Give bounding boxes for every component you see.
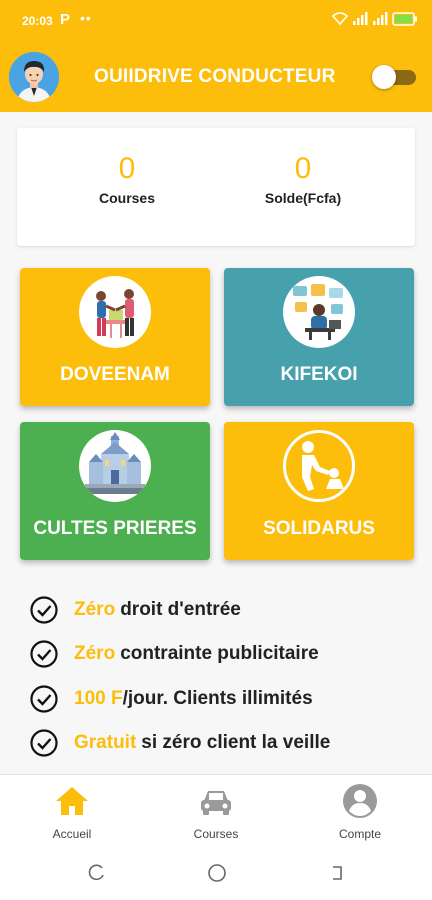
check-circle-icon	[30, 596, 58, 624]
remote-work-icon	[283, 276, 355, 348]
home-circle-icon[interactable]	[207, 863, 227, 883]
car-icon	[201, 791, 231, 815]
feature-text: contrainte publicitaire	[120, 643, 319, 665]
signal-2-icon	[373, 12, 388, 25]
feature-text: droit d'entrée	[120, 599, 241, 621]
notification-dots-icon: ••	[80, 10, 92, 26]
nav-item-courses[interactable]: Courses	[166, 781, 266, 841]
stat-courses: 0 Courses	[47, 152, 207, 206]
tile-cultes-prieres-label: CULTES PRIERES	[33, 518, 197, 539]
tile-kifekoi-label: KIFEKOI	[280, 364, 358, 385]
app-title: OUIIDRIVE CONDUCTEUR	[94, 66, 336, 87]
driver-avatar-icon	[9, 52, 59, 102]
notification-p-icon: P	[60, 11, 71, 28]
recent-apps-icon[interactable]	[88, 864, 106, 882]
back-icon[interactable]	[328, 864, 346, 882]
feature-highlight: Zéro	[74, 643, 116, 665]
feature-item: Gratuit si zéro client la veille	[30, 721, 410, 765]
feature-highlight: Zéro	[74, 599, 116, 621]
feature-item: Zéro droit d'entrée	[30, 588, 410, 632]
nav-item-compte[interactable]: Compte	[310, 781, 410, 841]
check-circle-icon	[30, 640, 58, 669]
tile-kifekoi[interactable]: KIFEKOI	[224, 268, 414, 406]
bottom-nav: Accueil Courses Compte	[0, 774, 432, 846]
check-circle-icon	[30, 729, 58, 757]
check-circle-icon	[30, 685, 58, 713]
tile-cultes-prieres[interactable]: CULTES PRIERES	[20, 422, 210, 560]
app-bar: OUIIDRIVE CONDUCTEUR	[0, 44, 432, 112]
helping-hand-icon	[283, 430, 355, 502]
feature-item: 100 F /jour. Clients illimités	[30, 677, 410, 721]
tile-doveenam-label: DOVEENAM	[60, 364, 170, 385]
feature-highlight: 100 F	[74, 687, 123, 709]
avatar[interactable]	[9, 52, 59, 102]
feature-highlight: Gratuit	[74, 732, 137, 754]
stat-balance-label: Solde(Fcfa)	[264, 190, 342, 206]
church-icon	[79, 430, 151, 502]
wifi-icon	[332, 12, 348, 26]
nav-label-compte: Compte	[338, 827, 382, 841]
availability-toggle[interactable]	[372, 64, 418, 90]
signal-icon	[353, 12, 368, 25]
nav-label-courses: Courses	[193, 827, 239, 841]
status-time: 20:03	[22, 14, 53, 28]
stat-balance-value: 0	[294, 152, 312, 185]
battery-icon	[392, 12, 417, 26]
system-nav-bar	[0, 846, 432, 900]
stat-courses-value: 0	[118, 152, 136, 185]
feature-item: Zéro contrainte publicitaire	[30, 632, 410, 676]
handshake-people-icon	[79, 276, 151, 348]
home-icon	[56, 787, 88, 815]
nav-item-accueil[interactable]: Accueil	[22, 781, 122, 841]
feature-text: /jour. Clients illimités	[122, 687, 313, 709]
account-icon	[343, 784, 377, 818]
toggle-knob	[372, 65, 396, 89]
status-bar: 20:03 P ••	[0, 0, 432, 44]
feature-text: si zéro client la veille	[141, 732, 331, 754]
nav-label-accueil: Accueil	[52, 827, 92, 841]
stats-card: 0 Courses 0 Solde(Fcfa)	[17, 128, 415, 246]
stat-balance: 0 Solde(Fcfa)	[223, 152, 383, 206]
stat-courses-label: Courses	[98, 190, 156, 206]
tile-doveenam[interactable]: DOVEENAM	[20, 268, 210, 406]
features-list: Zéro droit d'entrée Zéro contrainte publ…	[30, 588, 410, 765]
tile-solidarus-label: SOLIDARUS	[263, 518, 375, 539]
status-icons	[332, 12, 418, 26]
tile-solidarus[interactable]: SOLIDARUS	[224, 422, 414, 560]
